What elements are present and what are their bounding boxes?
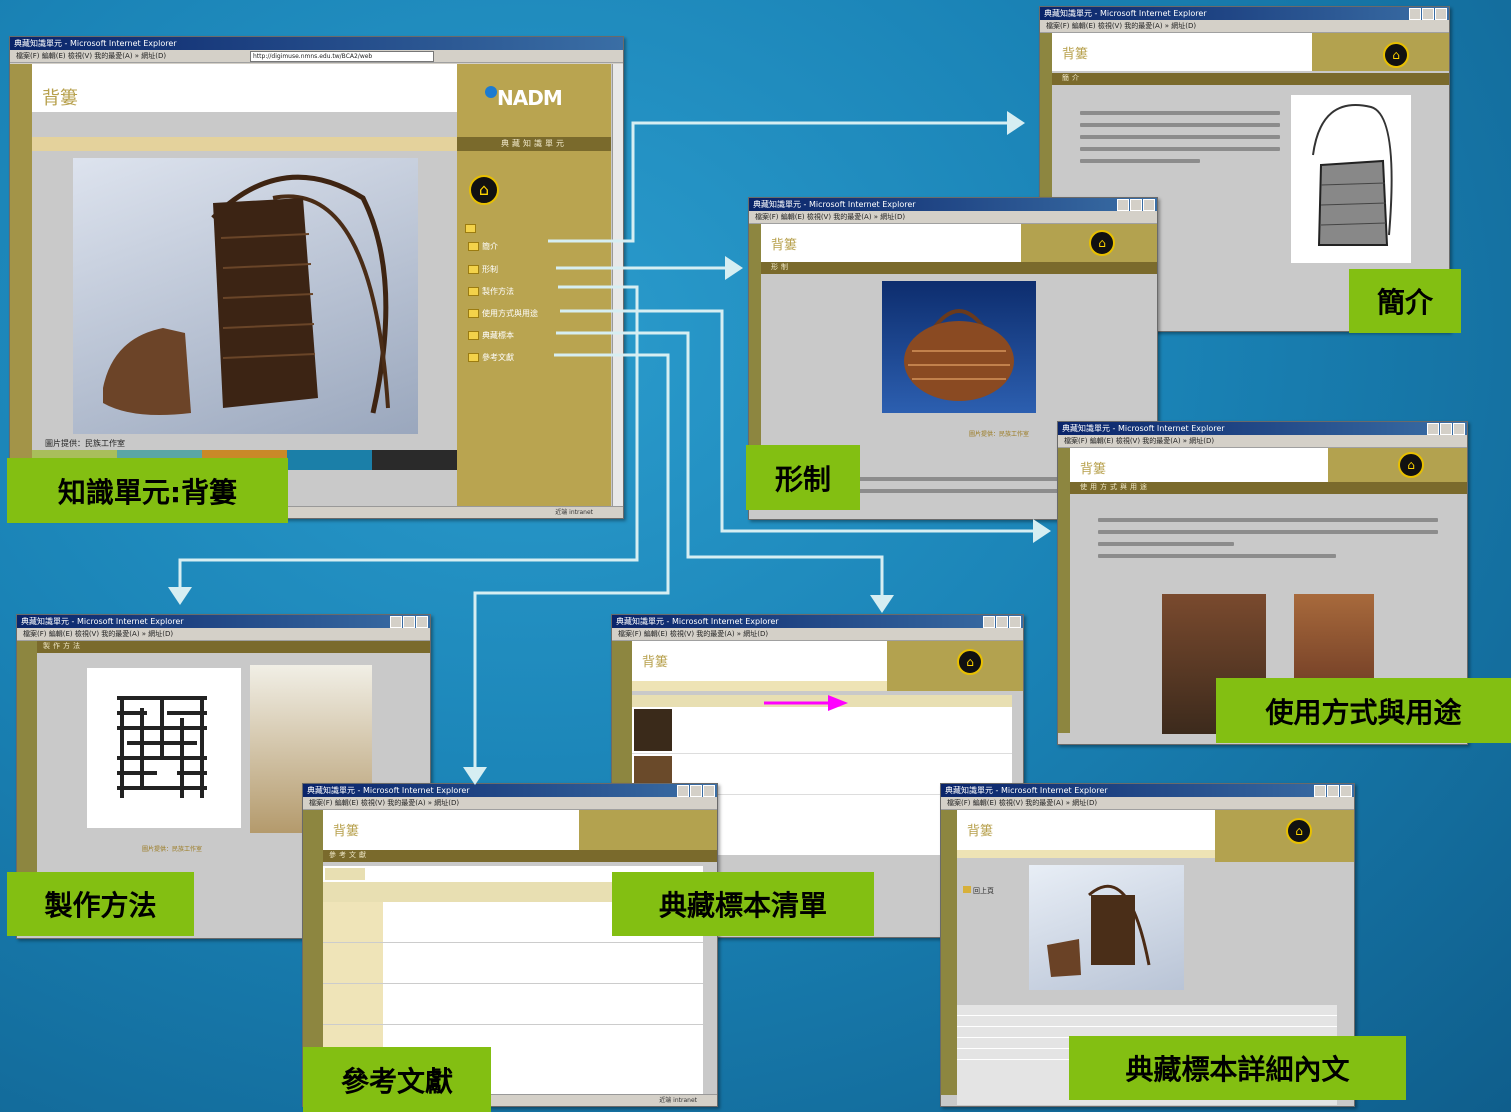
home-icon[interactable]: ⌂	[469, 175, 499, 205]
main-window: 典藏知識單元 - Microsoft Internet Explorer 檔案(…	[9, 36, 624, 519]
page-title: 背簍	[642, 655, 669, 670]
label-usage: 使用方式與用途	[1216, 678, 1511, 743]
page-title: 背簍	[333, 824, 360, 839]
section-header: 簡介	[1052, 73, 1449, 85]
menubar[interactable]: 檔案(F) 編輯(E) 檢視(V) 我的最愛(A) » 網址(D)	[17, 628, 430, 641]
folder-icon	[468, 287, 479, 296]
menu-item-form[interactable]: 形制	[468, 264, 498, 275]
detail-row	[957, 1016, 1337, 1027]
image-caption: 圖片提供：民族工作室	[142, 846, 203, 853]
table-row[interactable]	[632, 707, 1012, 754]
label-detail: 典藏標本詳細內文	[1069, 1036, 1406, 1100]
menubar[interactable]: 檔案(F) 編輯(E) 檢視(V) 我的最愛(A) » 網址(D)	[1040, 20, 1449, 33]
menubar[interactable]: 檔案(F) 編輯(E) 檢視(V) 我的最愛(A) » 網址(D)	[749, 211, 1157, 224]
folder-icon	[468, 242, 479, 251]
page-title: 背簍	[42, 88, 78, 109]
title-bar: 典藏知識單元 - Microsoft Internet Explorer	[1058, 422, 1467, 435]
folder-icon	[468, 265, 479, 274]
menubar[interactable]: 檔案(F) 編輯(E) 檢視(V) 我的最愛(A) » 網址(D) http:/…	[10, 50, 623, 63]
title-bar: 典藏知識單元 - Microsoft Internet Explorer	[749, 198, 1157, 211]
label-refs: 參考文獻	[303, 1047, 491, 1112]
title-bar: 典藏知識單元 - Microsoft Internet Explorer	[10, 37, 623, 50]
back-icon	[963, 886, 971, 893]
address-field[interactable]: http://digimuse.nmns.edu.tw/BCA2/web	[250, 51, 434, 62]
label-list: 典藏標本清單	[612, 872, 874, 936]
menubar[interactable]: 檔案(F) 編輯(E) 檢視(V) 我的最愛(A) » 網址(D)	[1058, 435, 1467, 448]
back-link[interactable]: 回上頁	[963, 886, 994, 896]
page-title: 背簍	[1080, 462, 1107, 477]
page-title: 背簍	[771, 238, 798, 253]
weave-pattern-diagram	[87, 668, 241, 828]
table-row	[323, 943, 703, 984]
folder-root-icon	[465, 224, 476, 233]
title-bar: 典藏知識單元 - Microsoft Internet Explorer	[612, 615, 1023, 628]
menubar[interactable]: 檔案(F) 編輯(E) 檢視(V) 我的最愛(A) » 網址(D)	[303, 797, 717, 810]
label-intro: 簡介	[1349, 269, 1461, 333]
nadm-logo: NADM	[485, 86, 563, 110]
home-icon[interactable]: ⌂	[1286, 818, 1312, 844]
section-header: 製作方法	[37, 641, 430, 653]
menu-item-references[interactable]: 參考文獻	[468, 352, 514, 363]
home-icon[interactable]: ⌂	[1398, 452, 1424, 478]
basket-photo	[73, 158, 418, 434]
label-form: 形制	[746, 445, 860, 510]
folder-icon	[468, 309, 479, 318]
section-header: 形制	[761, 262, 1157, 274]
image-caption: 圖片提供：民族工作室	[45, 439, 125, 448]
home-icon[interactable]: ⌂	[1089, 230, 1115, 256]
menubar[interactable]: 檔案(F) 編輯(E) 檢視(V) 我的最愛(A) » 網址(D)	[941, 797, 1354, 810]
image-caption: 圖片提供：民族工作室	[969, 431, 1030, 438]
menu-item-intro[interactable]: 簡介	[468, 241, 498, 252]
home-icon[interactable]: ⌂	[1383, 42, 1409, 68]
title-bar: 典藏知識單元 - Microsoft Internet Explorer	[1040, 7, 1449, 20]
label-making: 製作方法	[7, 872, 194, 936]
menu-item-making[interactable]: 製作方法	[468, 286, 514, 297]
specimen-photo	[1029, 865, 1184, 990]
table-row	[323, 984, 703, 1025]
section-header: 使用方式與用途	[1070, 482, 1467, 494]
menu-item-usage[interactable]: 使用方式與用途	[468, 308, 538, 319]
section-header: 典藏知識單元	[457, 137, 611, 151]
page-title: 背簍	[1062, 47, 1089, 62]
folder-icon	[468, 331, 479, 340]
title-bar: 典藏知識單元 - Microsoft Internet Explorer	[17, 615, 430, 628]
basket-photo	[882, 281, 1036, 413]
title-bar: 典藏知識單元 - Microsoft Internet Explorer	[303, 784, 717, 797]
thumb-image	[634, 709, 672, 751]
menubar[interactable]: 檔案(F) 編輯(E) 檢視(V) 我的最愛(A) » 網址(D)	[612, 628, 1023, 641]
page-title: 背簍	[967, 824, 994, 839]
menu-item-specimens[interactable]: 典藏標本	[468, 330, 514, 341]
section-header: 參考文獻	[323, 850, 717, 862]
folder-icon	[468, 353, 479, 362]
basket-sketch-image	[1291, 95, 1411, 263]
label-main: 知識單元:背簍	[7, 458, 288, 523]
detail-row	[957, 1005, 1337, 1016]
home-icon[interactable]: ⌂	[957, 649, 983, 675]
globe-icon	[485, 86, 497, 98]
magenta-arrow-icon	[764, 695, 848, 711]
title-bar: 典藏知識單元 - Microsoft Internet Explorer	[941, 784, 1354, 797]
